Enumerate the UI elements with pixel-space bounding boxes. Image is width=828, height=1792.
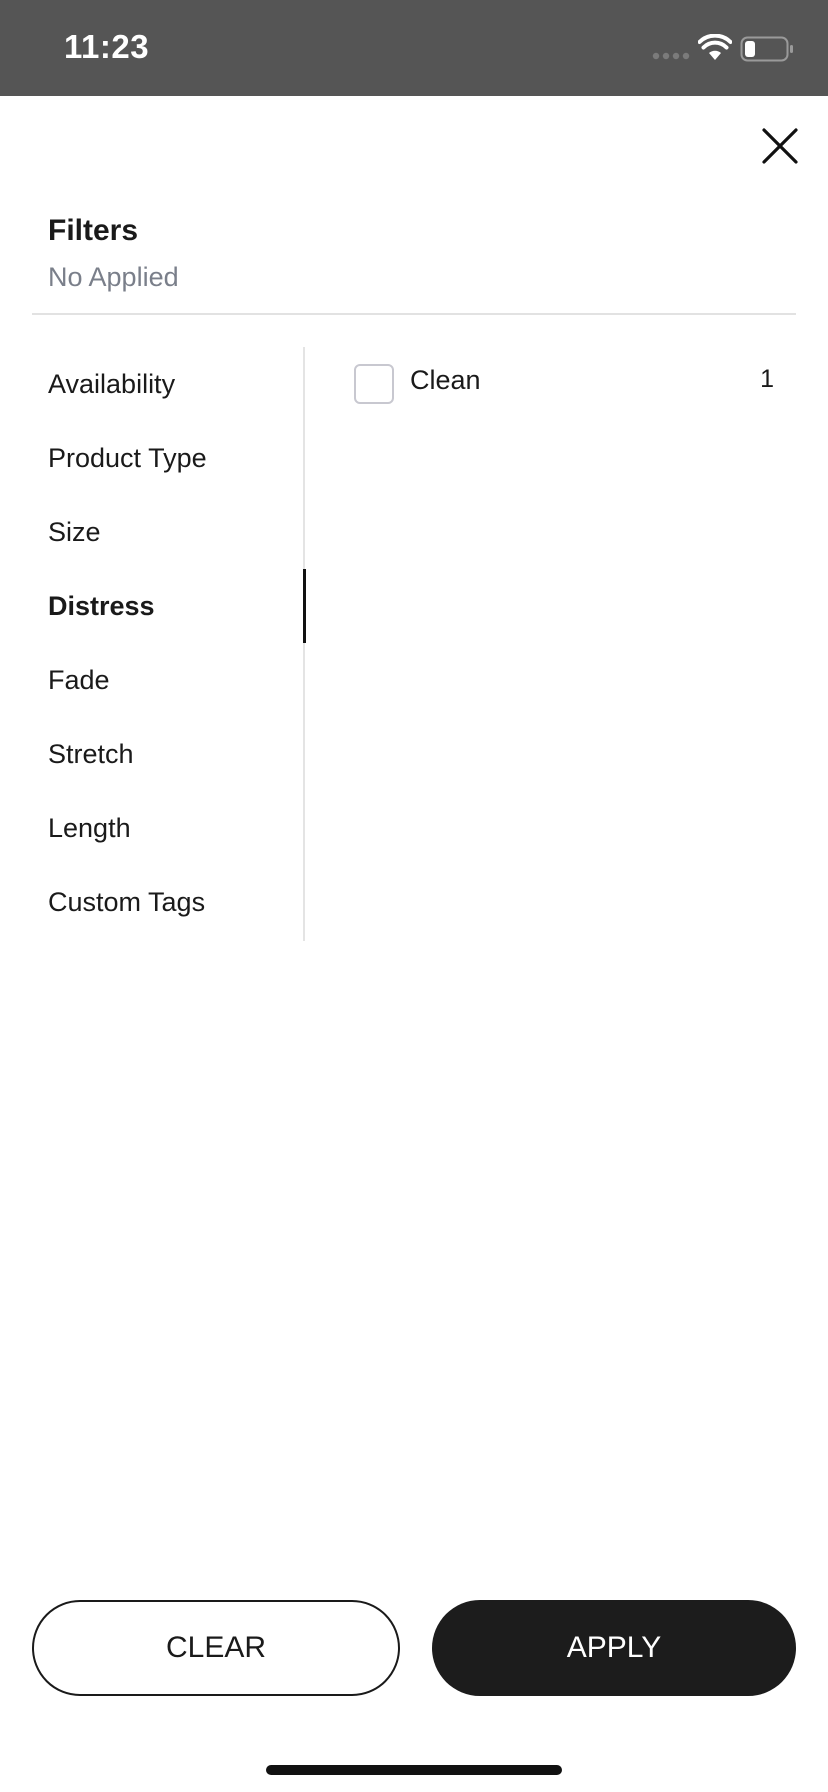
category-item-custom-tags[interactable]: Custom Tags <box>48 865 298 939</box>
category-item-fade[interactable]: Fade <box>48 643 298 717</box>
status-bar: 11:23 <box>0 0 828 96</box>
signal-icon <box>652 52 690 60</box>
category-item-stretch[interactable]: Stretch <box>48 717 298 791</box>
filter-option-checkbox[interactable] <box>354 364 394 404</box>
category-item-distress[interactable]: Distress <box>48 569 298 643</box>
page-title: Filters <box>48 214 139 247</box>
close-button[interactable] <box>756 122 804 170</box>
category-item-length[interactable]: Length <box>48 791 298 865</box>
close-icon <box>762 128 798 164</box>
category-item-size[interactable]: Size <box>48 495 298 569</box>
category-item-product-type[interactable]: Product Type <box>48 421 298 495</box>
clear-button[interactable]: CLEAR <box>32 1600 400 1696</box>
wifi-icon <box>698 34 732 60</box>
category-item-availability[interactable]: Availability <box>48 347 298 421</box>
filter-option-row[interactable]: Clean 1 <box>354 361 774 405</box>
category-list: Availability Product Type Size Distress … <box>0 347 306 941</box>
apply-button[interactable]: APPLY <box>432 1600 796 1696</box>
status-time: 11:23 <box>64 28 150 65</box>
home-indicator <box>266 1765 562 1775</box>
filter-option-count: 1 <box>760 365 774 393</box>
applied-filters-status: No Applied <box>48 262 179 292</box>
header-divider <box>32 313 796 315</box>
filter-option-label: Clean <box>410 365 481 395</box>
battery-icon <box>740 36 793 62</box>
